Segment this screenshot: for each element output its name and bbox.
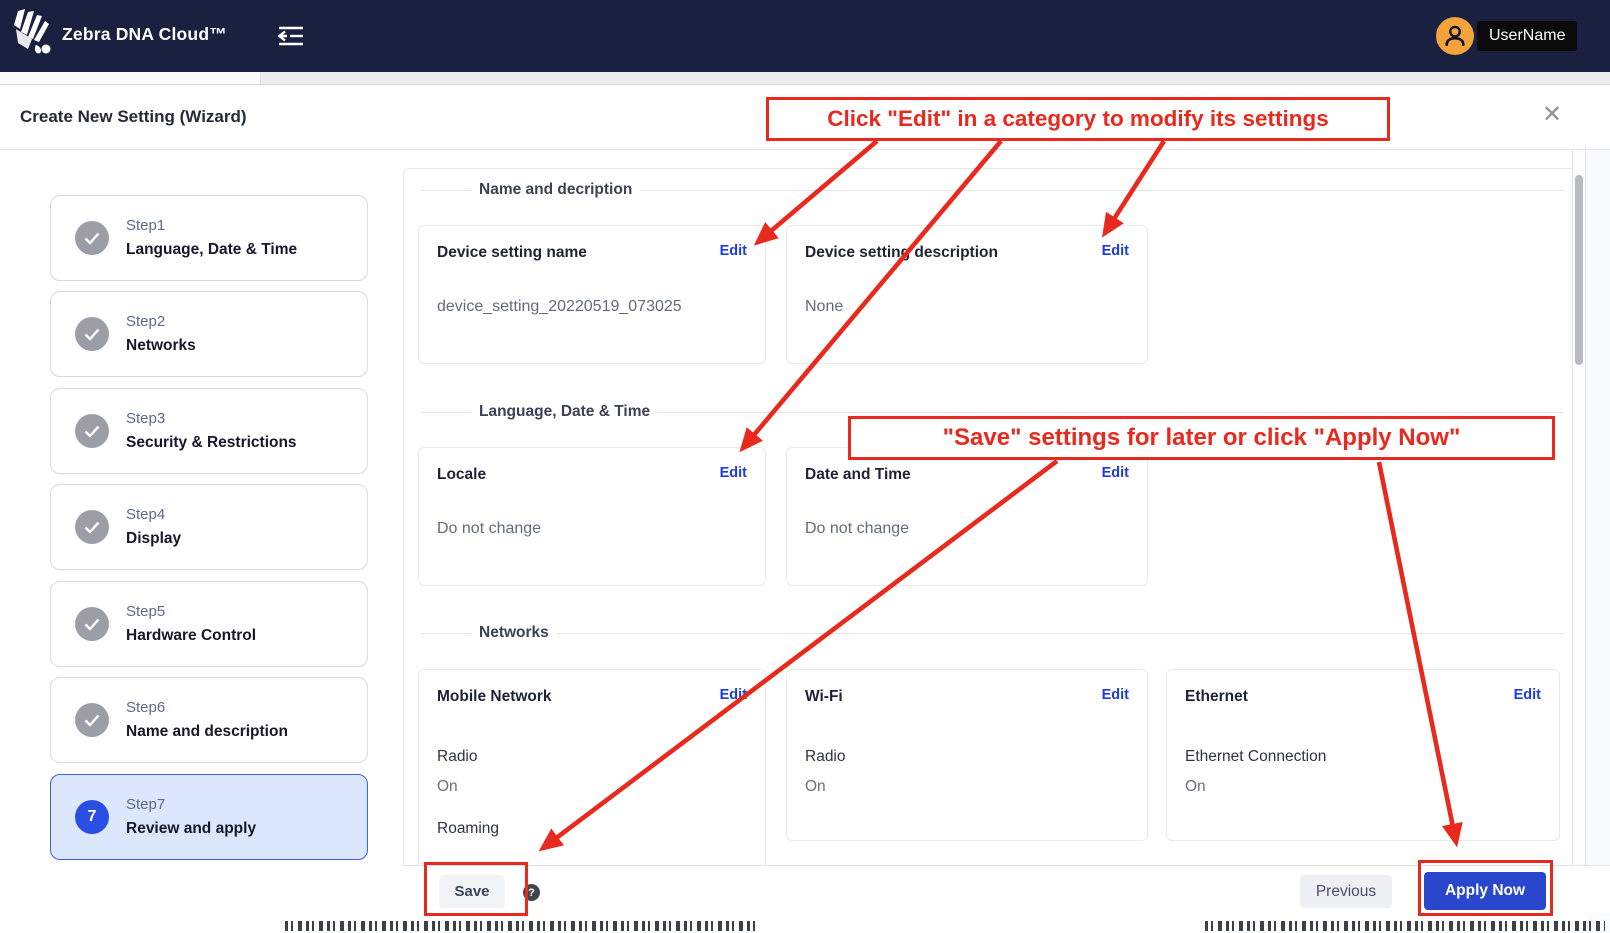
check-icon [75,607,109,641]
card-value: Do not change [437,520,541,538]
scrollbar-track[interactable] [1572,150,1586,865]
zebra-logo-icon [12,9,56,63]
sidebar-step-1[interactable]: Step1 Language, Date & Time [50,195,368,281]
card-title: Device setting description [805,244,998,262]
step-number: Step7 [126,796,256,813]
field-label: Roaming [437,820,499,838]
edit-locale-link[interactable]: Edit [720,465,747,481]
annotation-callout-save-apply: "Save" settings for later or click "Appl… [848,416,1555,460]
step-label: Security & Restrictions [126,434,297,452]
sidebar-step-6[interactable]: Step6 Name and description [50,677,368,763]
card-date-and-time: Date and Time Edit Do not change [786,447,1148,586]
divider [640,190,1564,191]
username-label: UserName [1477,21,1577,51]
card-ethernet: Ethernet Edit Ethernet Connection On [1166,669,1560,841]
edit-mobile-network-link[interactable]: Edit [720,687,747,703]
right-margin [1587,150,1610,933]
clipped-bottom-text [1205,921,1605,931]
card-title: Wi-Fi [805,688,843,706]
section-title: Networks [471,624,557,642]
field-value: On [437,778,458,796]
previous-button[interactable]: Previous [1300,875,1392,908]
divider [557,633,1564,634]
card-value: Do not change [805,520,909,538]
step-label: Name and description [126,723,288,741]
apply-now-button[interactable]: Apply Now [1424,872,1546,910]
step-label: Language, Date & Time [126,241,297,259]
sidebar-step-4[interactable]: Step4 Display [50,484,368,570]
field-label: Radio [437,748,478,766]
wizard-steps-sidebar: Step1 Language, Date & Time Step2 Networks… [0,150,402,933]
card-mobile-network: Mobile Network Edit Radio On Roaming [418,669,766,865]
divider [421,633,471,634]
step-number: Step4 [126,506,181,523]
field-label: Ethernet Connection [1185,748,1326,766]
page-title: Create New Setting (Wizard) [20,107,247,127]
annotation-callout-edit: Click "Edit" in a category to modify its… [766,97,1390,141]
field-value: On [805,778,826,796]
divider [658,412,1564,413]
check-icon [75,414,109,448]
edit-ethernet-link[interactable]: Edit [1514,687,1541,703]
step-label: Hardware Control [126,627,256,645]
check-icon [75,510,109,544]
person-icon [1440,21,1470,51]
edit-device-description-link[interactable]: Edit [1102,243,1129,259]
help-icon[interactable]: ? [523,884,540,901]
step-number: Step1 [126,217,297,234]
card-title: Locale [437,466,486,484]
section-title: Language, Date & Time [471,403,658,421]
clipped-bottom-text [285,921,755,931]
card-title: Ethernet [1185,688,1248,706]
window-tabstrip [0,72,1610,85]
sidebar-step-5[interactable]: Step5 Hardware Control [50,581,368,667]
sidebar-step-2[interactable]: Step2 Networks [50,291,368,377]
check-icon [75,317,109,351]
step-label: Review and apply [126,820,256,838]
active-tab-segment [0,72,261,84]
sidebar-step-3[interactable]: Step3 Security & Restrictions [50,388,368,474]
user-avatar[interactable] [1436,17,1474,55]
field-value: On [1185,778,1206,796]
top-navbar: Zebra DNA Cloud™ UserName [0,0,1610,72]
step-number: Step3 [126,410,297,427]
step-number: Step5 [126,603,256,620]
card-title: Date and Time [805,466,911,484]
card-device-setting-description: Device setting description Edit None [786,225,1148,364]
card-value: device_setting_20220519_073025 [437,298,682,316]
card-title: Mobile Network [437,688,552,706]
section-header-name-description: Name and decription [421,180,1564,200]
section-header-networks: Networks [421,623,1564,643]
edit-device-name-link[interactable]: Edit [720,243,747,259]
check-icon [75,221,109,255]
review-panel: Name and decription Device setting name … [403,168,1572,865]
edit-date-time-link[interactable]: Edit [1102,465,1129,481]
wizard-footer: Save ? Previous Apply Now [403,865,1610,913]
divider [421,190,471,191]
step-number: Step2 [126,313,196,330]
card-device-setting-name: Device setting name Edit device_setting_… [418,225,766,364]
collapse-menu-icon[interactable] [276,24,306,48]
save-button[interactable]: Save [439,875,505,908]
section-title: Name and decription [471,181,640,199]
scrollbar-thumb[interactable] [1575,175,1583,365]
check-icon [75,703,109,737]
card-locale: Locale Edit Do not change [418,447,766,586]
close-icon[interactable]: ✕ [1542,103,1562,127]
step-label: Display [126,530,181,548]
divider [421,412,471,413]
step-label: Networks [126,337,196,355]
edit-wifi-link[interactable]: Edit [1102,687,1129,703]
app-window: Zebra DNA Cloud™ UserName Create New Set… [0,0,1610,933]
card-value: None [805,298,843,316]
step-number-badge: 7 [75,800,109,834]
sidebar-step-7-active[interactable]: 7 Step7 Review and apply [50,774,368,860]
field-label: Radio [805,748,846,766]
step-number: Step6 [126,699,288,716]
card-title: Device setting name [437,244,587,262]
app-title: Zebra DNA Cloud™ [62,24,227,45]
card-wifi: Wi-Fi Edit Radio On [786,669,1148,841]
